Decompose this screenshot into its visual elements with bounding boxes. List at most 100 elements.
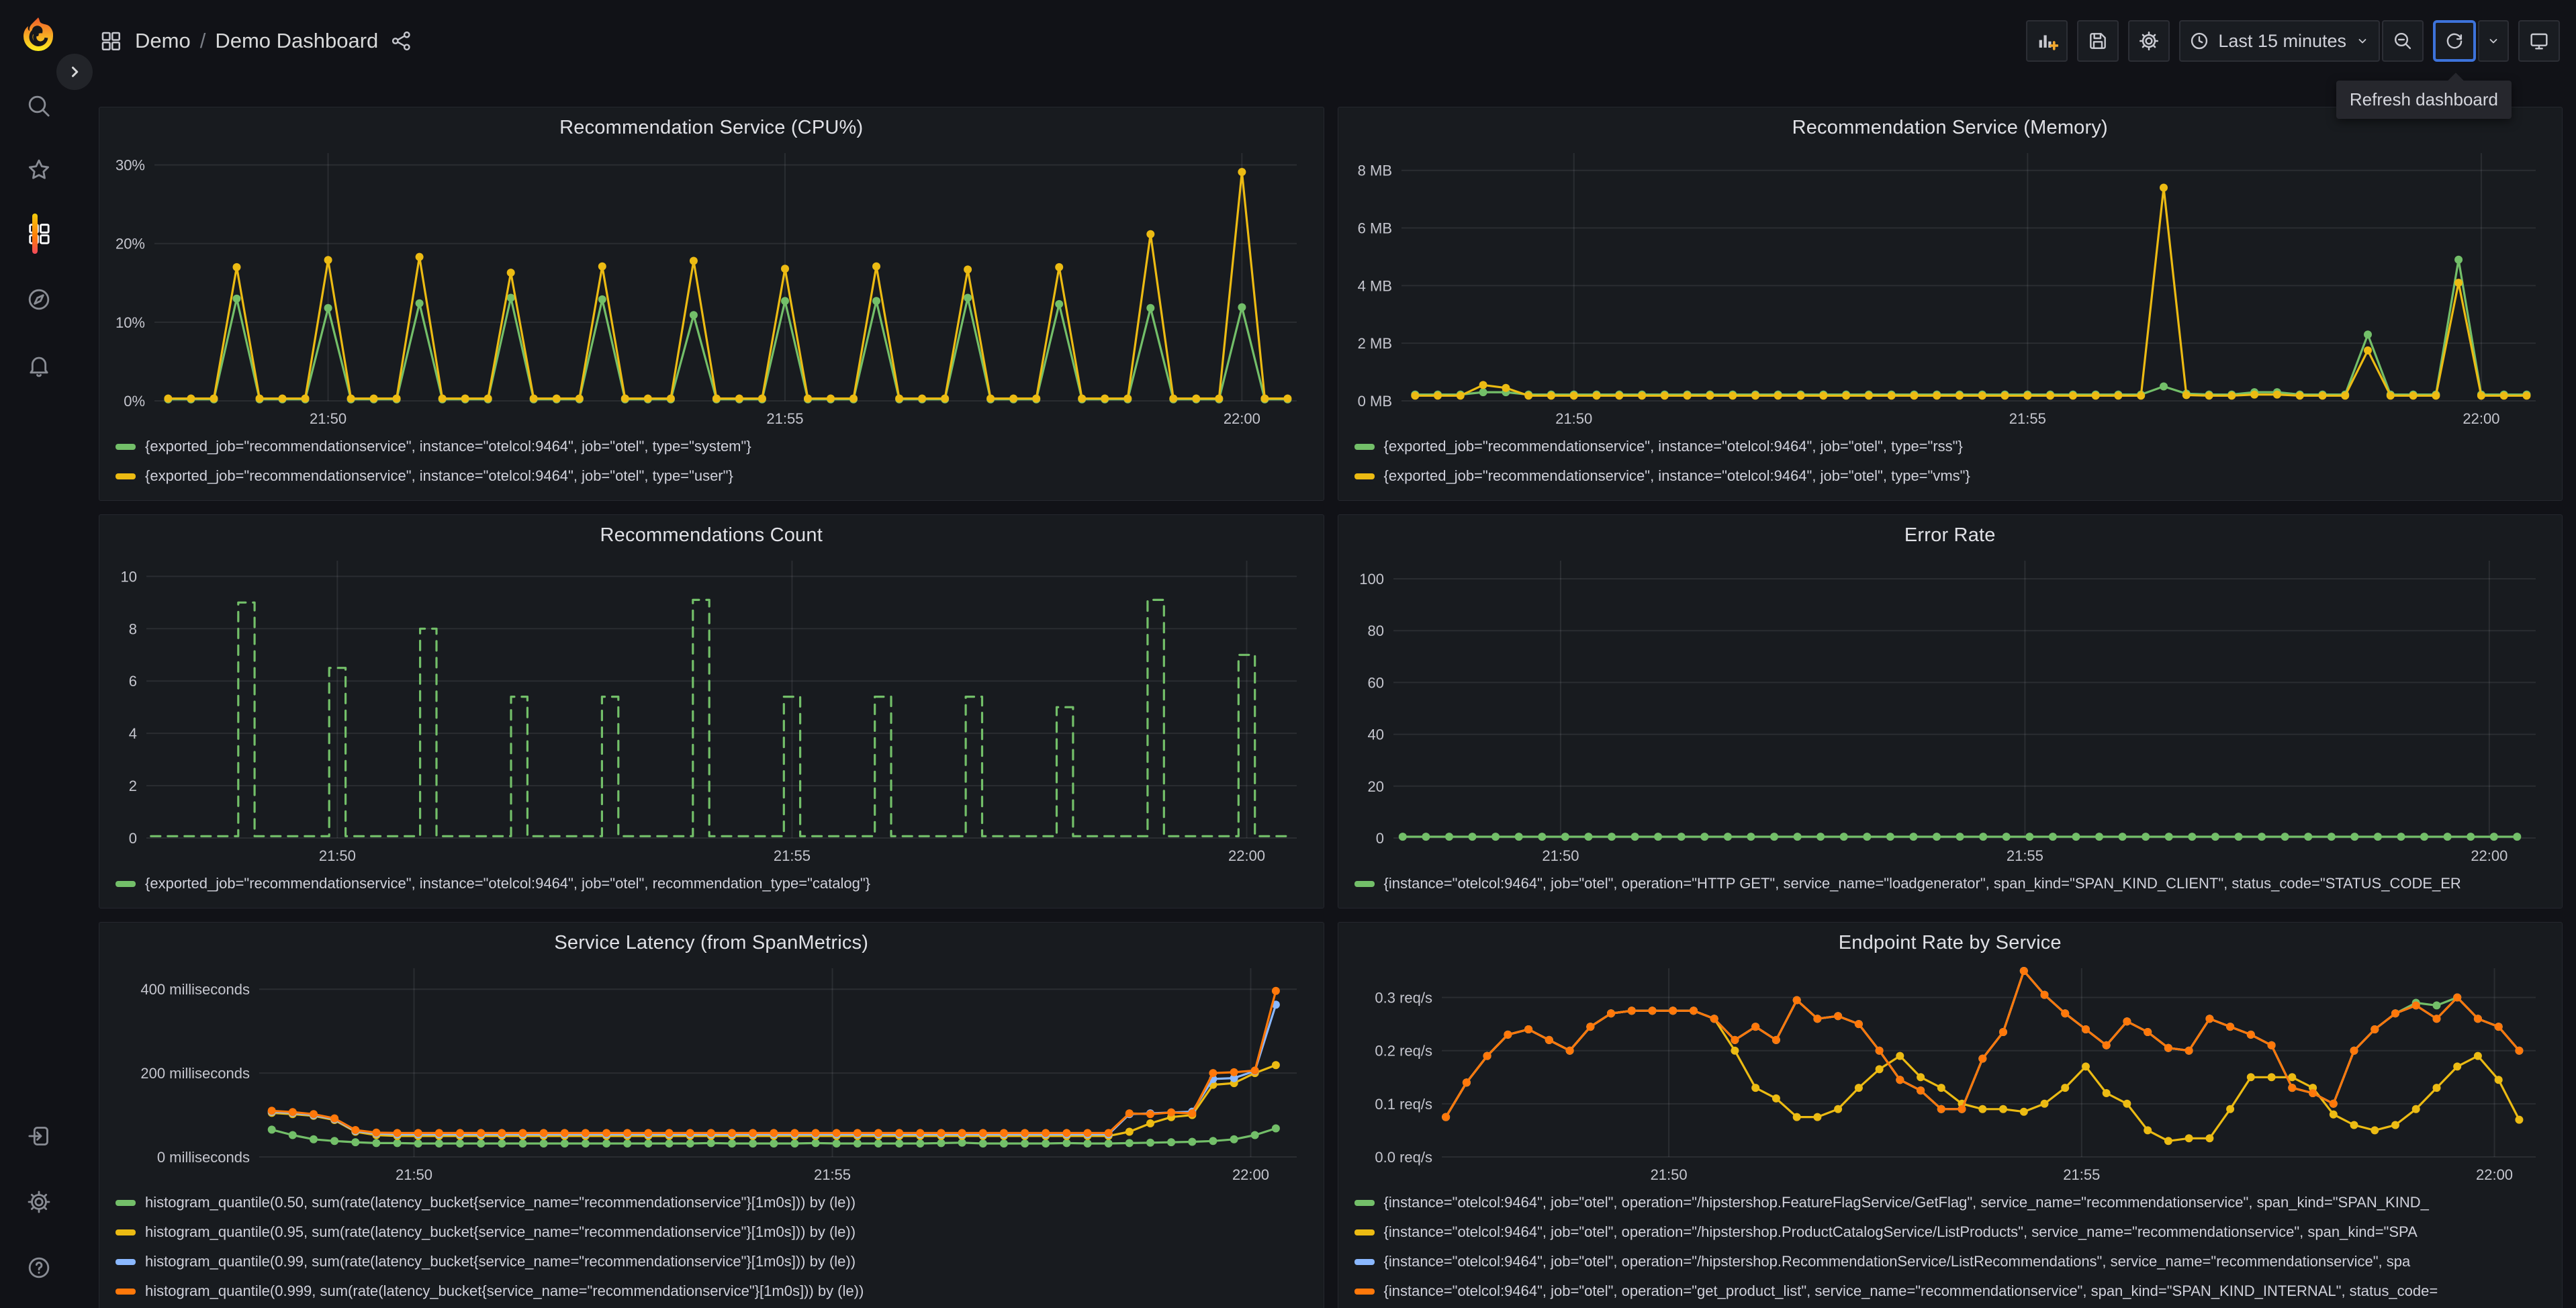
legend-swatch xyxy=(1354,473,1375,479)
legend-label: {instance="otelcol:9464", job="otel", op… xyxy=(1383,1194,2429,1211)
panel-title-text: Service Latency (from SpanMetrics) xyxy=(554,931,869,953)
grafana-logo[interactable] xyxy=(17,15,60,58)
legend-item[interactable]: {exported_job="recommendationservice", i… xyxy=(1354,461,2550,491)
search-icon xyxy=(28,95,50,117)
legend-item[interactable]: {instance="otelcol:9464", job="otel", op… xyxy=(1354,1217,2550,1247)
legend-swatch xyxy=(116,443,136,450)
legend-item[interactable]: {instance="otelcol:9464", job="otel", op… xyxy=(1354,1247,2550,1276)
legend-item[interactable]: {instance="otelcol:9464", job="otel", op… xyxy=(1354,1276,2550,1306)
svg-text:0 milliseconds: 0 milliseconds xyxy=(157,1149,250,1166)
panel-title-text: Recommendations Count xyxy=(600,524,823,546)
svg-text:8 MB: 8 MB xyxy=(1357,162,1391,179)
legend-item[interactable]: {exported_job="recommendationservice", i… xyxy=(116,461,1312,491)
breadcrumb-folder[interactable]: Demo xyxy=(135,29,191,53)
svg-text:2 MB: 2 MB xyxy=(1357,335,1391,352)
sidebar-item-alerting[interactable] xyxy=(21,348,56,383)
add-panel-icon xyxy=(2039,35,2059,50)
kiosk-mode-button[interactable] xyxy=(2518,20,2560,62)
legend-label: {exported_job="recommendationservice", i… xyxy=(145,467,733,484)
sign-in-icon xyxy=(28,1127,48,1146)
svg-text:8: 8 xyxy=(129,620,137,637)
legend-item[interactable]: {exported_job="recommendationservice", i… xyxy=(116,869,1312,898)
panel-title-text: Recommendation Service (CPU%) xyxy=(559,116,864,138)
legend-item[interactable]: histogram_quantile(0.999, sum(rate(laten… xyxy=(116,1276,1312,1306)
timeseries-chart[interactable]: 0 MB 2 MB 4 MB 6 MB 8 MB 21:50 21:55 22:00 xyxy=(1350,142,2550,432)
refresh-dashboard-button[interactable] xyxy=(2433,20,2476,62)
legend-label: histogram_quantile(0.95, sum(rate(latenc… xyxy=(145,1223,856,1240)
sidebar-item-configuration[interactable] xyxy=(21,1184,56,1219)
panel-title[interactable]: Recommendation Service (CPU%) xyxy=(111,113,1312,142)
legend-swatch xyxy=(1354,1199,1375,1206)
chart-legend: {exported_job="recommendationservice", i… xyxy=(111,432,1312,491)
svg-text:21:55: 21:55 xyxy=(814,1166,851,1183)
chevron-down-icon xyxy=(2358,39,2366,44)
legend-swatch xyxy=(1354,443,1375,450)
timeseries-chart[interactable]: 0.0 req/s 0.1 req/s 0.2 req/s 0.3 req/s 21:5… xyxy=(1350,957,2550,1188)
legend-item[interactable]: histogram_quantile(0.50, sum(rate(latenc… xyxy=(116,1188,1312,1217)
chart-legend: histogram_quantile(0.50, sum(rate(latenc… xyxy=(111,1188,1312,1306)
sidebar-item-starred[interactable] xyxy=(21,152,56,187)
legend-item[interactable]: {instance="otelcol:9464", job="otel", op… xyxy=(1354,1188,2550,1217)
add-panel-button[interactable] xyxy=(2026,20,2068,62)
timeseries-chart[interactable]: 0 2 4 6 8 10 21:50 21:55 22:00 xyxy=(111,550,1312,869)
panel-title[interactable]: Recommendations Count xyxy=(111,520,1312,550)
svg-text:30%: 30% xyxy=(116,157,145,174)
svg-text:0 MB: 0 MB xyxy=(1357,393,1391,410)
refresh-interval-dropdown[interactable] xyxy=(2478,20,2509,62)
svg-text:21:50: 21:50 xyxy=(310,410,347,427)
gear-icon xyxy=(28,1190,50,1213)
legend-label: {exported_job="recommendationservice", i… xyxy=(145,438,751,455)
sidebar-item-dashboards[interactable] xyxy=(21,214,56,254)
sidebar-item-search[interactable] xyxy=(21,89,56,124)
legend-label: {exported_job="recommendationservice", i… xyxy=(1383,438,1963,455)
active-indicator xyxy=(32,214,38,254)
legend-item[interactable]: {exported_job="recommendationservice", i… xyxy=(1354,432,2550,461)
svg-text:22:00: 22:00 xyxy=(2463,410,2499,427)
time-range-picker[interactable]: Last 15 minutes xyxy=(2179,20,2380,62)
dashboard-settings-button[interactable] xyxy=(2128,20,2170,62)
legend-label: histogram_quantile(0.99, sum(rate(latenc… xyxy=(145,1253,856,1270)
panel-title[interactable]: Endpoint Rate by Service xyxy=(1350,928,2550,957)
sidebar-item-sign-in[interactable] xyxy=(21,1119,56,1154)
sidebar-expand-button[interactable] xyxy=(56,54,93,90)
svg-text:60: 60 xyxy=(1367,674,1383,691)
compass-icon xyxy=(28,289,50,310)
legend-item[interactable]: {exported_job="recommendationservice", i… xyxy=(116,432,1312,461)
chart-legend: {exported_job="recommendationservice", i… xyxy=(111,869,1312,898)
sidebar xyxy=(0,0,93,1308)
legend-swatch xyxy=(1354,1229,1375,1235)
svg-text:21:50: 21:50 xyxy=(1555,410,1592,427)
svg-text:400 milliseconds: 400 milliseconds xyxy=(140,981,250,998)
svg-text:21:55: 21:55 xyxy=(2063,1166,2100,1183)
panel-title-text: Error Rate xyxy=(1904,524,1996,546)
zoom-out-time-button[interactable] xyxy=(2382,20,2424,62)
panel-title[interactable]: Error Rate xyxy=(1350,520,2550,550)
timeseries-chart[interactable]: 0% 10% 20% 30% 21:50 21:55 22:00 xyxy=(111,142,1312,432)
legend-item[interactable]: histogram_quantile(0.99, sum(rate(latenc… xyxy=(116,1247,1312,1276)
sidebar-item-help[interactable] xyxy=(21,1250,56,1285)
svg-text:21:50: 21:50 xyxy=(1650,1166,1687,1183)
breadcrumb-separator: / xyxy=(199,29,206,52)
legend-swatch xyxy=(116,1199,136,1206)
svg-text:21:55: 21:55 xyxy=(2009,410,2045,427)
legend-swatch xyxy=(1354,880,1375,887)
panel-title[interactable]: Service Latency (from SpanMetrics) xyxy=(111,928,1312,957)
svg-text:0%: 0% xyxy=(124,393,145,410)
sidebar-item-explore[interactable] xyxy=(21,282,56,317)
legend-item[interactable]: {instance="otelcol:9464", job="otel", op… xyxy=(1354,869,2550,898)
zoom-out-icon xyxy=(2395,33,2411,50)
svg-text:40: 40 xyxy=(1367,727,1383,743)
star-icon xyxy=(28,159,50,179)
breadcrumb-dashboard[interactable]: Demo Dashboard xyxy=(215,29,378,53)
svg-text:21:50: 21:50 xyxy=(1542,847,1579,864)
svg-text:200 milliseconds: 200 milliseconds xyxy=(140,1065,250,1082)
share-icon[interactable] xyxy=(390,30,413,52)
legend-swatch xyxy=(116,880,136,887)
timeseries-chart[interactable]: 0 20 40 60 80 100 21:50 21:55 22:00 xyxy=(1350,550,2550,869)
panel-recommendation-memory: Recommendation Service (Memory) 0 MB 2 MB… xyxy=(1337,107,2563,501)
save-dashboard-button[interactable] xyxy=(2077,20,2119,62)
legend-item[interactable]: histogram_quantile(0.95, sum(rate(latenc… xyxy=(116,1217,1312,1247)
svg-text:0: 0 xyxy=(1375,830,1383,847)
timeseries-chart[interactable]: 0 milliseconds 200 milliseconds 400 millis… xyxy=(111,957,1312,1188)
help-icon xyxy=(28,1257,50,1278)
